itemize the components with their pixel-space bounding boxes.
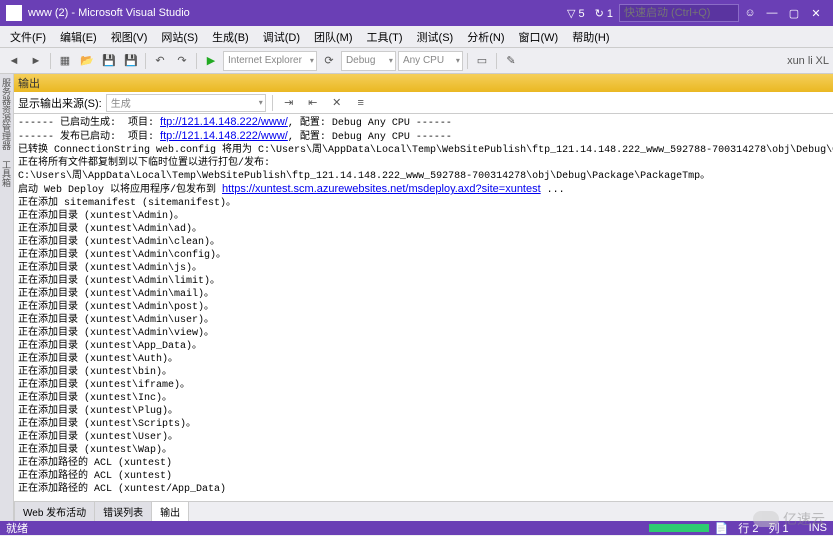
output-tab[interactable]: 错误列表: [94, 501, 152, 521]
browser-combo[interactable]: Internet Explorer: [223, 51, 317, 71]
status-ins: INS: [809, 522, 827, 534]
minimize-button[interactable]: —: [761, 7, 783, 19]
output-source-bar: 显示输出来源(S): 生成 ⇥ ⇤ ✕ ≡: [14, 92, 833, 114]
menu-item[interactable]: 工具(T): [361, 27, 409, 47]
status-col: 列 1: [768, 520, 788, 536]
status-filetype-icon: 📄: [715, 522, 729, 535]
menu-item[interactable]: 视图(V): [105, 27, 154, 47]
nav-fwd-icon[interactable]: ►: [26, 51, 46, 71]
output-tabs: Web 发布活动错误列表输出: [14, 501, 833, 521]
vs-logo-icon: [6, 5, 22, 21]
undo-icon[interactable]: ↶: [150, 51, 170, 71]
output-wrap-icon[interactable]: ≡: [351, 93, 371, 113]
status-bar: 就绪 📄 行 2 列 1 INS: [0, 521, 833, 535]
menu-item[interactable]: 团队(M): [308, 27, 359, 47]
output-title: 输出: [18, 75, 40, 91]
save-all-icon[interactable]: 💾: [121, 51, 141, 71]
output-prev-icon[interactable]: ⇤: [303, 93, 323, 113]
save-icon[interactable]: 💾: [99, 51, 119, 71]
output-source-label: 显示输出来源(S):: [18, 95, 102, 111]
tool-icon-1[interactable]: ▭: [472, 51, 492, 71]
feedback-icon[interactable]: ☺: [739, 7, 761, 19]
nav-back-icon[interactable]: ◄: [4, 51, 24, 71]
output-source-combo[interactable]: 生成: [106, 94, 266, 112]
menu-item[interactable]: 文件(F): [4, 27, 52, 47]
notifications-flag-icon[interactable]: ▽ 5: [567, 7, 585, 20]
config-combo[interactable]: Debug: [341, 51, 396, 71]
output-tab[interactable]: Web 发布活动: [14, 501, 95, 521]
tool-icon-2[interactable]: ✎: [501, 51, 521, 71]
menu-item[interactable]: 网站(S): [155, 27, 204, 47]
platform-combo[interactable]: Any CPU: [398, 51, 463, 71]
output-body[interactable]: ------ 已启动生成: 项目: ftp://121.14.148.222/w…: [14, 114, 833, 501]
window-title: www (2) - Microsoft Visual Studio: [28, 7, 190, 19]
left-tool-tabs[interactable]: 服务器资源管理器 工具箱: [0, 74, 14, 521]
menu-item[interactable]: 调试(D): [257, 27, 306, 47]
status-ready: 就绪: [6, 520, 28, 536]
main-toolbar: ◄ ► ▦ 📂 💾 💾 ↶ ↷ ▶ Internet Explorer ⟳ De…: [0, 48, 833, 74]
output-header: 输出 ▾ 📌 ✕: [14, 74, 833, 92]
menu-item[interactable]: 编辑(E): [54, 27, 103, 47]
start-icon[interactable]: ▶: [201, 51, 221, 71]
refresh-icon[interactable]: ⟳: [319, 51, 339, 71]
menu-bar: 文件(F)编辑(E)视图(V)网站(S)生成(B)调试(D)团队(M)工具(T)…: [0, 26, 833, 48]
output-tab[interactable]: 输出: [151, 501, 189, 521]
status-line: 行 2: [738, 520, 758, 536]
new-project-icon[interactable]: ▦: [55, 51, 75, 71]
menu-item[interactable]: 测试(S): [411, 27, 460, 47]
menu-item[interactable]: 生成(B): [206, 27, 255, 47]
output-goto-icon[interactable]: ⇥: [279, 93, 299, 113]
menu-item[interactable]: 帮助(H): [566, 27, 615, 47]
open-icon[interactable]: 📂: [77, 51, 97, 71]
menu-item[interactable]: 窗口(W): [513, 27, 565, 47]
output-clear-icon[interactable]: ✕: [327, 93, 347, 113]
maximize-button[interactable]: ▢: [783, 7, 805, 20]
title-bar: www (2) - Microsoft Visual Studio ▽ 5 ↻ …: [0, 0, 833, 26]
signed-in-user[interactable]: xun li XL: [787, 55, 829, 67]
quick-launch-input[interactable]: [619, 4, 739, 22]
menu-item[interactable]: 分析(N): [461, 27, 510, 47]
updates-icon[interactable]: ↻ 1: [595, 7, 613, 20]
close-button[interactable]: ✕: [805, 7, 827, 20]
status-progress: [649, 524, 709, 532]
redo-icon[interactable]: ↷: [172, 51, 192, 71]
